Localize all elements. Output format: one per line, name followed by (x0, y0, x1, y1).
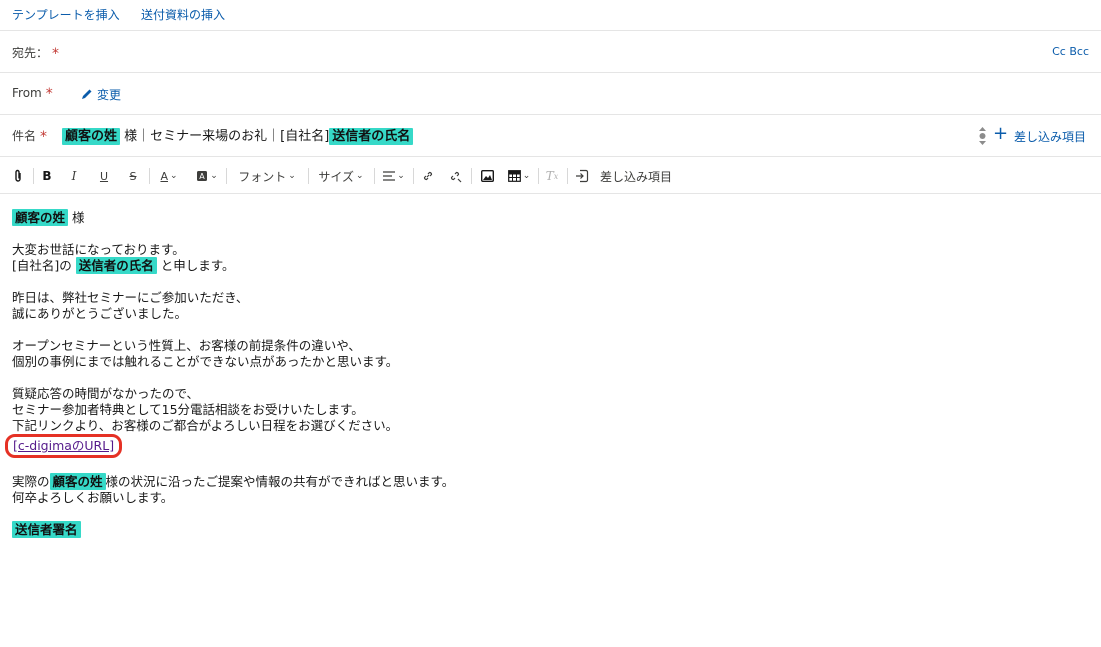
cdigima-url-link[interactable]: [c-digimaのURL] (13, 438, 114, 453)
align-icon (383, 171, 396, 181)
italic-button[interactable]: I (67, 167, 81, 185)
toolbar-divider (149, 168, 150, 184)
body-line: 個別の事例にまでは触れることができない点があったかと思います。 (12, 354, 399, 369)
toolbar-divider (471, 168, 472, 184)
pencil-icon[interactable] (80, 87, 94, 101)
body-line: 誠にありがとうございました。 (12, 306, 188, 321)
subject-text: 様｜セミナー来場のお礼｜[自社名] (120, 129, 330, 144)
body-line: 質疑応答の時間がなかったので、 (12, 386, 200, 401)
text-color-icon: A (160, 169, 168, 183)
signature-line: 送信者署名 (12, 521, 1082, 538)
subject-row[interactable]: 件名 * 顧客の姓 様｜セミナー来場のお礼｜[自社名] 送信者の氏名 + 差し込み項… (0, 115, 1101, 157)
cc-bcc-link[interactable]: Cc Bcc (1052, 45, 1089, 58)
change-from-link[interactable]: 変更 (97, 86, 121, 103)
body-line: 実際の 顧客の姓 様の状況に沿ったご提案や情報の共有ができればと思います。 (12, 473, 455, 490)
font-family-label: フォント (238, 169, 287, 184)
font-size-label: サイズ (318, 169, 355, 184)
toolbar-divider (226, 168, 227, 184)
unlink-icon[interactable] (447, 167, 463, 185)
merge-field-customer-surname[interactable]: 顧客の姓 (62, 128, 121, 145)
plus-icon[interactable]: + (993, 125, 1008, 143)
from-row: From * 変更 (0, 73, 1101, 115)
toolbar-divider (413, 168, 414, 184)
top-bar: テンプレートを挿入 送付資料の挿入 (0, 0, 1101, 31)
attachment-icon[interactable] (10, 167, 26, 185)
required-asterisk: * (40, 129, 48, 145)
toolbar-divider (308, 168, 309, 184)
align-button[interactable]: ⌄ (380, 167, 408, 185)
toolbar-divider (33, 168, 34, 184)
merge-fields-button[interactable]: 差し込み項目 (1014, 128, 1086, 145)
chevron-down-icon: ⌄ (522, 171, 531, 181)
highlight-annotation: [c-digimaのURL] (5, 434, 123, 458)
image-icon[interactable] (479, 167, 495, 185)
insert-template-link[interactable]: テンプレートを挿入 (12, 6, 120, 23)
body-line: 何卒よろしくお願いします。 (12, 490, 174, 505)
text-color-button[interactable]: A ⌄ (155, 167, 183, 185)
svg-text:A: A (199, 172, 205, 181)
reorder-stepper-icon[interactable] (978, 126, 987, 146)
clear-format-icon[interactable]: Tx (544, 167, 560, 185)
body-line: 下記リンクより、お客様のご都合がよろしい日程をお選びください。 (12, 418, 399, 433)
bold-button[interactable]: B (40, 167, 54, 185)
font-family-select[interactable]: フォント ⌄ (234, 167, 300, 185)
table-button[interactable]: ⌄ (505, 167, 533, 185)
font-size-select[interactable]: サイズ ⌄ (315, 167, 367, 185)
merge-field-customer-surname[interactable]: 顧客の姓 (49, 473, 106, 490)
body-line: 大変お世話になっております。 (12, 242, 185, 257)
underline-button[interactable]: U (97, 167, 111, 185)
strikethrough-button[interactable]: S (126, 167, 140, 185)
body-line: [自社名]の 送信者の氏名 と申します。 (12, 257, 235, 274)
chevron-down-icon: ⌄ (210, 171, 218, 181)
greeting-line: 顧客の姓 様 (12, 209, 1082, 226)
merge-field-icon[interactable] (573, 167, 591, 185)
toolbar-divider (567, 168, 568, 184)
chevron-down-icon: ⌄ (169, 171, 178, 181)
editor-toolbar: B I U S A ⌄ A ⌄ フォント ⌄ サイズ ⌄ ⌄ ⌄ Tx 差し込み項目 (0, 157, 1101, 194)
required-asterisk: * (52, 46, 60, 62)
link-icon[interactable] (420, 167, 436, 185)
background-color-button[interactable]: A ⌄ (193, 167, 221, 185)
email-body-editor[interactable]: 顧客の姓 様 大変お世話になっております。 [自社名]の 送信者の氏名 と申しま… (5, 209, 1082, 538)
merge-fields-toolbar-label[interactable]: 差し込み項目 (600, 167, 672, 185)
merge-field-sender-name[interactable]: 送信者の氏名 (329, 128, 414, 145)
body-line: セミナー参加者特典として15分電話相談をお受けいたします。 (12, 402, 364, 417)
to-row[interactable]: 宛先： * Cc Bcc (0, 31, 1101, 73)
merge-field-sender-name[interactable]: 送信者の氏名 (75, 257, 157, 274)
merge-field-customer-surname[interactable]: 顧客の姓 (12, 209, 69, 226)
highlight-icon: A (197, 171, 208, 181)
toolbar-divider (538, 168, 539, 184)
to-label: 宛先： * (12, 46, 60, 62)
body-line: 昨日は、弊社セミナーにご参加いただき、 (12, 290, 249, 305)
insert-attachment-link[interactable]: 送付資料の挿入 (141, 6, 225, 23)
toolbar-divider (374, 168, 375, 184)
from-label: From * (12, 86, 53, 102)
chevron-down-icon: ⌄ (356, 171, 364, 181)
subject-label: 件名 * (12, 129, 48, 145)
url-line: [c-digimaのURL] (5, 434, 1082, 458)
subject-input[interactable]: 顧客の姓 様｜セミナー来場のお礼｜[自社名] 送信者の氏名 (62, 125, 414, 145)
merge-field-sender-signature[interactable]: 送信者署名 (12, 521, 81, 538)
chevron-down-icon: ⌄ (397, 171, 405, 181)
chevron-down-icon: ⌄ (288, 171, 296, 181)
table-icon (507, 170, 521, 182)
required-asterisk: * (45, 86, 53, 102)
body-line: オープンセミナーという性質上、お客様の前提条件の違いや、 (12, 338, 361, 353)
